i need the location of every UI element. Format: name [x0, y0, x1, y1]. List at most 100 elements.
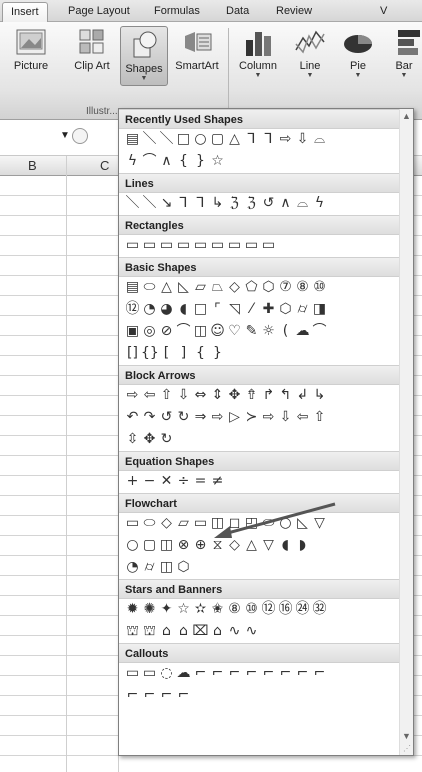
shape-icon[interactable]: +: [124, 471, 141, 491]
shape-icon[interactable]: ✥: [226, 385, 243, 405]
shape-icon[interactable]: ⇩: [175, 385, 192, 405]
shape-icon[interactable]: ⌐: [209, 663, 226, 683]
shape-icon[interactable]: ☁: [294, 321, 311, 341]
shape-icon[interactable]: △: [243, 535, 260, 555]
shape-icon[interactable]: ▭: [192, 235, 209, 255]
shape-icon[interactable]: {: [192, 343, 209, 363]
shape-icon[interactable]: ◗: [294, 535, 311, 555]
shape-icon[interactable]: ▭: [158, 235, 175, 255]
shape-icon[interactable]: ＼: [141, 129, 158, 149]
shape-icon[interactable]: (: [277, 321, 294, 341]
shape-icon[interactable]: ⇔: [192, 385, 209, 405]
tab-insert[interactable]: Insert: [2, 2, 48, 22]
shape-icon[interactable]: ⇩: [294, 129, 311, 149]
shape-icon[interactable]: ◇: [158, 513, 175, 533]
shape-icon[interactable]: ⑯: [277, 599, 294, 619]
shape-icon[interactable]: ⬡: [277, 299, 294, 319]
shape-icon[interactable]: ⊗: [175, 535, 192, 555]
shape-icon[interactable]: ∿: [243, 621, 260, 641]
column-chart-button[interactable]: Column ▼: [234, 26, 282, 80]
shape-icon[interactable]: }: [209, 343, 226, 363]
shape-icon[interactable]: ◫: [192, 321, 209, 341]
shape-icon[interactable]: ⑫: [124, 299, 141, 319]
shape-icon[interactable]: ✕: [158, 471, 175, 491]
gallery-scrollbar[interactable]: ▲ ▼: [399, 109, 413, 755]
shape-icon[interactable]: ↺: [260, 193, 277, 213]
shape-icon[interactable]: ⌒: [175, 321, 192, 341]
shape-icon[interactable]: ⬡: [260, 277, 277, 297]
shape-icon[interactable]: ↷: [141, 407, 158, 427]
shape-icon[interactable]: ⌂: [175, 621, 192, 641]
shape-icon[interactable]: ⊕: [192, 535, 209, 555]
shape-icon[interactable]: ⑫: [260, 599, 277, 619]
shape-icon[interactable]: ▣: [124, 321, 141, 341]
shape-icon[interactable]: ◻: [226, 513, 243, 533]
shape-icon[interactable]: ⅂: [260, 129, 277, 149]
shape-icon[interactable]: ∧: [158, 151, 175, 171]
shape-icon[interactable]: ⧖: [209, 535, 226, 555]
tab-page-layout[interactable]: Page Layout: [60, 2, 138, 22]
shape-icon[interactable]: ⑩: [311, 277, 328, 297]
shape-icon[interactable]: ⁄: [243, 299, 260, 319]
shape-icon[interactable]: [: [158, 343, 175, 363]
shape-icon[interactable]: ⌐: [226, 663, 243, 683]
shape-icon[interactable]: ⑧: [226, 599, 243, 619]
shape-icon[interactable]: ◇: [226, 277, 243, 297]
shape-icon[interactable]: ▭: [192, 513, 209, 533]
shape-icon[interactable]: ⌐: [260, 663, 277, 683]
shape-icon[interactable]: ◨: [311, 299, 328, 319]
shape-icon[interactable]: ⬡: [175, 557, 192, 577]
shape-icon[interactable]: ✥: [141, 429, 158, 449]
shape-icon[interactable]: ▭: [124, 663, 141, 683]
shape-icon[interactable]: ◔: [141, 299, 158, 319]
shape-icon[interactable]: ↲: [294, 385, 311, 405]
shape-icon[interactable]: △: [226, 129, 243, 149]
shape-icon[interactable]: ☼: [260, 321, 277, 341]
shape-icon[interactable]: ✦: [158, 599, 175, 619]
shape-icon[interactable]: ⌐: [243, 663, 260, 683]
shape-icon[interactable]: ⌭: [294, 299, 311, 319]
shape-icon[interactable]: ▱: [192, 277, 209, 297]
shape-icon[interactable]: ▭: [141, 235, 158, 255]
shape-icon[interactable]: ○: [192, 129, 209, 149]
shape-icon[interactable]: ◺: [175, 277, 192, 297]
shape-icon[interactable]: ]: [175, 343, 192, 363]
shape-icon[interactable]: ＼: [124, 193, 141, 213]
shape-icon[interactable]: ℨ: [243, 193, 260, 213]
shape-icon[interactable]: ◖: [277, 535, 294, 555]
shape-icon[interactable]: ◕: [158, 299, 175, 319]
shape-icon[interactable]: ✫: [192, 599, 209, 619]
shape-icon[interactable]: ▭: [141, 663, 158, 683]
scroll-down-icon[interactable]: ▼: [402, 731, 411, 741]
column-header-c[interactable]: C: [100, 158, 109, 173]
shape-icon[interactable]: ⌜: [209, 299, 226, 319]
shape-icon[interactable]: ≻: [243, 407, 260, 427]
shape-icon[interactable]: ◔: [124, 557, 141, 577]
shape-icon[interactable]: ○: [124, 535, 141, 555]
shape-icon[interactable]: ℨ: [226, 193, 243, 213]
shape-icon[interactable]: ⇨: [209, 407, 226, 427]
shape-icon[interactable]: ✬: [209, 599, 226, 619]
shape-icon[interactable]: =: [192, 471, 209, 491]
shape-icon[interactable]: ▭: [260, 235, 277, 255]
shape-icon[interactable]: ⌐: [175, 685, 192, 705]
shape-icon[interactable]: ✚: [260, 299, 277, 319]
shape-icon[interactable]: ◇: [226, 535, 243, 555]
shape-icon[interactable]: ⊘: [158, 321, 175, 341]
shape-icon[interactable]: ⬭: [141, 513, 158, 533]
shape-icon[interactable]: ↰: [277, 385, 294, 405]
shape-icon[interactable]: ⇳: [124, 429, 141, 449]
fx-icon[interactable]: [72, 128, 88, 144]
shape-icon[interactable]: ⌒: [311, 321, 328, 341]
tab-formulas[interactable]: Formulas: [146, 2, 208, 22]
shape-icon[interactable]: ⇮: [243, 385, 260, 405]
shape-icon[interactable]: ≠: [209, 471, 226, 491]
shape-icon[interactable]: ▷: [226, 407, 243, 427]
shape-icon[interactable]: ÷: [175, 471, 192, 491]
shape-icon[interactable]: {: [175, 151, 192, 171]
shape-icon[interactable]: ⇦: [294, 407, 311, 427]
shape-icon[interactable]: ⛫: [124, 621, 141, 641]
shape-icon[interactable]: □: [175, 129, 192, 149]
shape-icon[interactable]: ↻: [175, 407, 192, 427]
shape-icon[interactable]: ⌧: [192, 621, 209, 641]
